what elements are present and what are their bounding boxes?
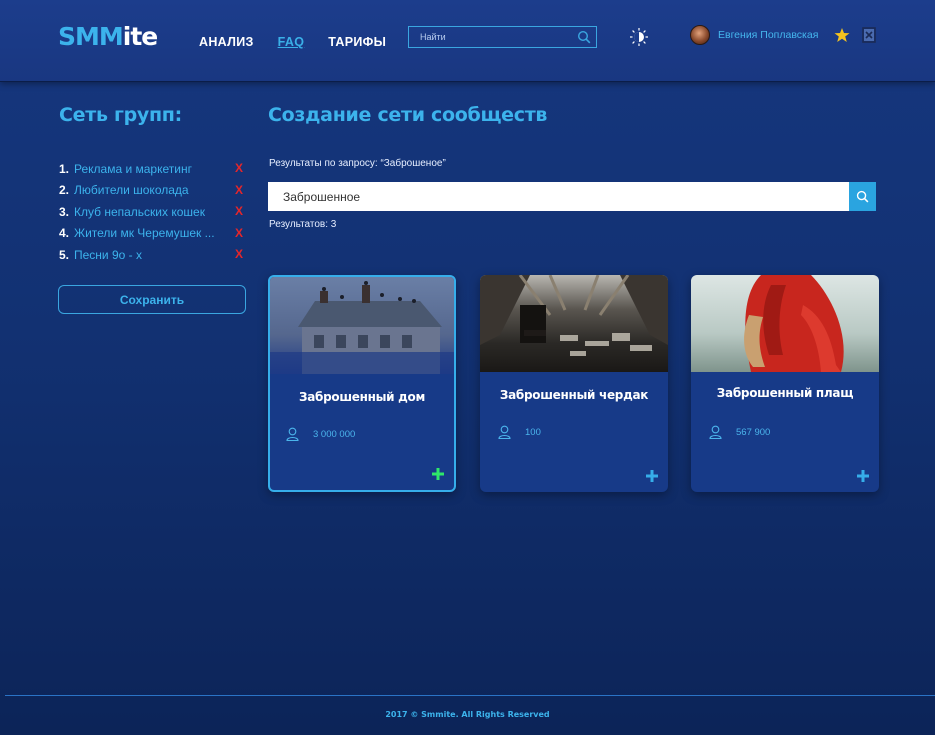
list-item[interactable]: 1. Реклама и маркетинг X xyxy=(59,158,247,180)
add-icon[interactable] xyxy=(857,470,869,482)
user-icon xyxy=(709,425,722,439)
main-search xyxy=(268,182,876,211)
search-icon xyxy=(856,190,869,203)
community-card[interactable]: Заброшенный чердак 100 xyxy=(480,275,668,492)
card-members: 567 900 xyxy=(709,425,770,439)
list-item-number: 3. xyxy=(59,204,70,219)
remove-icon[interactable]: X xyxy=(235,247,243,261)
card-members: 100 xyxy=(498,425,541,439)
list-item-number: 4. xyxy=(59,226,70,241)
community-card[interactable]: Заброшенный дом 3 000 000 xyxy=(268,275,456,492)
header-search-input[interactable] xyxy=(409,27,569,47)
page-title: Создание сети сообществ xyxy=(268,104,548,126)
card-image xyxy=(270,277,454,374)
star-icon[interactable] xyxy=(834,27,850,43)
card-title: Заброшенный чердак xyxy=(499,388,649,402)
nav-faq[interactable]: FAQ xyxy=(278,35,305,49)
card-title: Заброшенный плащ xyxy=(716,386,854,400)
save-button[interactable]: Сохранить xyxy=(58,285,246,314)
member-count: 567 900 xyxy=(736,426,771,438)
list-item-name[interactable]: Реклама и маркетинг xyxy=(74,162,192,176)
search-icon[interactable] xyxy=(577,30,591,44)
user-name[interactable]: Евгения Поплавская xyxy=(718,29,818,41)
footer-copyright: 2017 © Smmite. All Rights Reserved xyxy=(385,710,550,719)
remove-icon[interactable]: X xyxy=(235,204,243,218)
list-item-name[interactable]: Клуб непальских кошек xyxy=(74,205,205,219)
nav-analysis[interactable]: АНАЛИЗ xyxy=(199,35,254,49)
remove-icon[interactable]: X xyxy=(235,161,243,175)
user-icon xyxy=(498,425,511,439)
user-icon xyxy=(286,427,299,441)
logo[interactable]: SMMite xyxy=(58,22,158,51)
member-count: 100 xyxy=(525,426,541,438)
main-nav: АНАЛИЗ FAQ ТАРИФЫ xyxy=(199,35,386,49)
top-header: SMMite АНАЛИЗ FAQ ТАРИФЫ Евгения Поплавс… xyxy=(0,0,935,82)
logout-icon[interactable] xyxy=(860,26,878,44)
results-count: Результатов: 3 xyxy=(269,219,337,230)
remove-icon[interactable]: X xyxy=(235,226,243,240)
avatar[interactable] xyxy=(690,25,710,45)
group-list: 1. Реклама и маркетинг X 2. Любители шок… xyxy=(59,158,247,266)
list-item-number: 1. xyxy=(59,161,70,176)
logo-main: SMM xyxy=(58,22,124,51)
card-title: Заброшенный дом xyxy=(299,390,425,404)
member-count: 3 000 000 xyxy=(313,428,356,440)
list-item[interactable]: 4. Жители мк Черемушек ... X xyxy=(59,223,247,245)
logo-accent: ite xyxy=(122,22,158,51)
list-item[interactable]: 2. Любители шоколада X xyxy=(59,180,247,202)
add-icon[interactable] xyxy=(646,470,658,482)
theme-toggle-icon[interactable] xyxy=(629,27,649,47)
sidebar-title: Сеть групп: xyxy=(59,104,182,126)
search-button[interactable] xyxy=(849,182,876,211)
list-item-number: 5. xyxy=(59,247,70,262)
nav-tariffs[interactable]: ТАРИФЫ xyxy=(328,35,386,49)
user-profile[interactable]: Евгения Поплавская xyxy=(690,25,818,45)
list-item-name[interactable]: Жители мк Черемушек ... xyxy=(74,226,215,240)
header-search xyxy=(408,26,597,48)
query-label: Результаты по запросу: “Заброшеное” xyxy=(269,158,446,169)
add-icon[interactable] xyxy=(432,468,444,480)
list-item-name[interactable]: Песни 9о - х xyxy=(74,248,142,262)
community-card[interactable]: Заброшенный плащ 567 900 xyxy=(691,275,879,492)
footer-divider xyxy=(5,695,935,696)
list-item[interactable]: 3. Клуб непальских кошек X xyxy=(59,201,247,223)
remove-icon[interactable]: X xyxy=(235,183,243,197)
card-members: 3 000 000 xyxy=(286,427,355,441)
card-image xyxy=(691,275,879,372)
list-item[interactable]: 5. Песни 9о - х X xyxy=(59,244,247,266)
card-image xyxy=(480,275,668,372)
list-item-number: 2. xyxy=(59,183,70,198)
list-item-name[interactable]: Любители шоколада xyxy=(74,183,189,197)
main-search-input[interactable] xyxy=(268,182,849,211)
